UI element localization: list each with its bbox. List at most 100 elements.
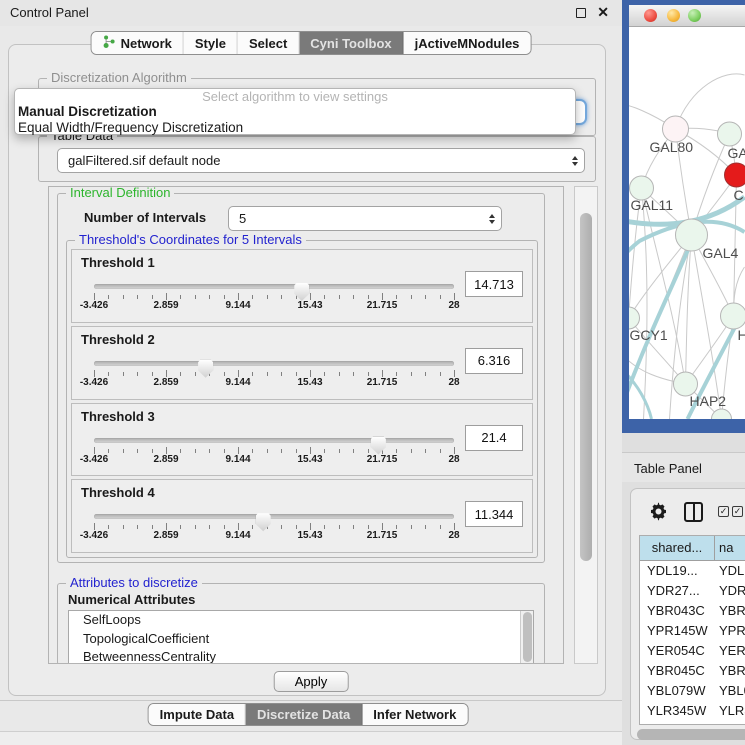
- tick-label: 21.715: [367, 377, 398, 388]
- table-scrollbar-thumb[interactable]: [637, 729, 745, 740]
- network-node[interactable]: [718, 122, 742, 146]
- table-data-selected-value: galFiltered.sif default node: [58, 153, 566, 168]
- panel-title: Control Panel: [10, 5, 89, 20]
- checkbox-icon[interactable]: ✓: [718, 506, 729, 517]
- settings-gear-icon[interactable]: [649, 502, 668, 521]
- tick-label: -3.426: [80, 377, 108, 388]
- minimize-traffic-light-icon[interactable]: [667, 9, 680, 22]
- tab-jactivemnodules[interactable]: jActiveMNodules: [404, 32, 531, 54]
- attribute-list-item[interactable]: BetweennessCentrality: [69, 648, 533, 664]
- dropdown-option-equal-width-frequency[interactable]: Equal Width/Frequency Discretization: [15, 120, 575, 136]
- tab-discretize-data[interactable]: Discretize Data: [246, 704, 362, 725]
- slider-ticks: [94, 445, 454, 454]
- tab-label: Impute Data: [160, 707, 234, 722]
- number-of-intervals-label: Number of Intervals: [84, 210, 206, 225]
- threshold-1-slider[interactable]: -3.4262.8599.14415.4321.71528: [94, 278, 454, 312]
- tab-label: Infer Network: [373, 707, 456, 722]
- table-cell: YBR045C: [640, 661, 715, 681]
- dropdown-option-manual-discretization[interactable]: Manual Discretization: [15, 104, 575, 120]
- table-cell: YDL19...: [640, 561, 715, 581]
- table-row[interactable]: YPR145WYPR1: [640, 621, 745, 641]
- tab-label: Cyni Toolbox: [310, 36, 391, 51]
- slider-track[interactable]: [94, 284, 454, 289]
- network-canvas[interactable]: GAL80GACGAL11GAL4GCY1HHAP2: [629, 27, 745, 419]
- slider-track[interactable]: [94, 438, 454, 443]
- table-cell: YBR0: [715, 661, 745, 681]
- footer-strip: [0, 731, 622, 745]
- table-row[interactable]: YLR345WYLR3: [640, 701, 745, 721]
- slider-track[interactable]: [94, 361, 454, 366]
- threshold-4-slider[interactable]: -3.4262.8599.14415.4321.71528: [94, 508, 454, 542]
- numerical-attributes-list: SelfLoopsTopologicalCoefficientBetweenne…: [68, 610, 534, 664]
- panel-vertical-scrollbar[interactable]: [574, 186, 598, 664]
- apply-button[interactable]: Apply: [274, 671, 349, 692]
- threshold-4-value-field[interactable]: [465, 501, 523, 527]
- table-row[interactable]: YDR27...YDR2: [640, 581, 745, 601]
- threshold-3-slider[interactable]: -3.4262.8599.14415.4321.71528: [94, 432, 454, 466]
- tab-impute-data[interactable]: Impute Data: [149, 704, 246, 725]
- table-panel-title: Table Panel: [634, 461, 702, 476]
- attributes-scrollbar-thumb[interactable]: [523, 612, 532, 662]
- tick-label: 2.859: [153, 377, 178, 388]
- threshold-3-value-field[interactable]: [465, 425, 523, 451]
- tick-label: 2.859: [153, 530, 178, 541]
- table-cell: YBR043C: [640, 601, 715, 621]
- table-row[interactable]: YER054CYER0: [640, 641, 745, 661]
- tick-label: 2.859: [153, 454, 178, 465]
- table-data-group: Table Data galFiltered.sif default node: [38, 136, 596, 182]
- network-node[interactable]: [712, 409, 732, 419]
- panel-scrollbar-thumb[interactable]: [580, 213, 592, 561]
- table-data-combobox[interactable]: galFiltered.sif default node: [57, 148, 585, 173]
- close-icon[interactable]: ✕: [597, 4, 609, 21]
- network-node[interactable]: [721, 303, 745, 329]
- tab-infer-network[interactable]: Infer Network: [362, 704, 467, 725]
- attributes-scrollbar[interactable]: [520, 611, 533, 663]
- tab-style[interactable]: Style: [184, 32, 238, 54]
- checkbox-icon[interactable]: ✓: [732, 506, 743, 517]
- algorithm-dropdown-popup: Select algorithm to view settings Manual…: [14, 88, 576, 135]
- column-view-icon[interactable]: [684, 502, 703, 522]
- network-view-window: GAL80GACGAL11GAL4GCY1HHAP2: [622, 0, 745, 433]
- network-edge-highlighted: [629, 372, 652, 419]
- network-window-titlebar[interactable]: [629, 5, 745, 27]
- control-panel: Control Panel ✕ NetworkStyle Select Cyni T…: [0, 0, 622, 745]
- threshold-label: Threshold 1: [81, 255, 155, 270]
- network-node[interactable]: [725, 163, 745, 187]
- table-row[interactable]: YIL053CYIL0: [640, 721, 745, 725]
- threshold-label: Threshold 3: [81, 409, 155, 424]
- table-row[interactable]: YBR045CYBR0: [640, 661, 745, 681]
- tick-label: 9.144: [225, 530, 250, 541]
- table-panel: ✓ ✓ shared...na YDL19...YDL1YDR27...YDR2…: [630, 488, 745, 740]
- tab-select[interactable]: Select: [238, 32, 299, 54]
- threshold-2-value-field[interactable]: [465, 348, 523, 374]
- settings-scroll-area: Interval Definition Number of Intervals …: [48, 186, 564, 664]
- tab-label: Select: [249, 36, 287, 51]
- table-cell: YDR2: [715, 581, 745, 601]
- tab-network[interactable]: Network: [92, 32, 184, 54]
- network-node-label: GA: [728, 145, 745, 161]
- table-horizontal-scrollbar[interactable]: [637, 729, 745, 741]
- table-cell: YBL0: [715, 681, 745, 701]
- slider-track[interactable]: [94, 514, 454, 519]
- zoom-traffic-light-icon[interactable]: [688, 9, 701, 22]
- table-row[interactable]: YBR043CYBR0: [640, 601, 745, 621]
- table-panel-titlebar: Table Panel: [622, 452, 745, 482]
- table-row[interactable]: YDL19...YDL1: [640, 561, 745, 581]
- number-of-intervals-combobox[interactable]: 5: [228, 206, 502, 231]
- stepper-arrows-icon: [483, 214, 501, 224]
- number-of-intervals-value: 5: [229, 211, 483, 226]
- network-node[interactable]: [629, 307, 640, 329]
- tab-cyni-toolbox[interactable]: Cyni Toolbox: [299, 32, 403, 54]
- float-window-icon[interactable]: [576, 8, 586, 18]
- slider-ticks: [94, 521, 454, 530]
- threshold-2-slider[interactable]: -3.4262.8599.14415.4321.71528: [94, 355, 454, 389]
- table-row[interactable]: YBL079WYBL0: [640, 681, 745, 701]
- table-cell: YPR1: [715, 621, 745, 641]
- column-header-shared-[interactable]: shared...: [640, 536, 715, 561]
- close-traffic-light-icon[interactable]: [644, 9, 657, 22]
- attribute-list-item[interactable]: SelfLoops: [69, 611, 533, 630]
- threshold-1-value-field[interactable]: [465, 271, 523, 297]
- attribute-list-item[interactable]: TopologicalCoefficient: [69, 630, 533, 649]
- column-header-na[interactable]: na: [715, 536, 745, 561]
- threshold-3-box: Threshold 3 -3.4262.8599.14415.4321.71528: [71, 403, 533, 477]
